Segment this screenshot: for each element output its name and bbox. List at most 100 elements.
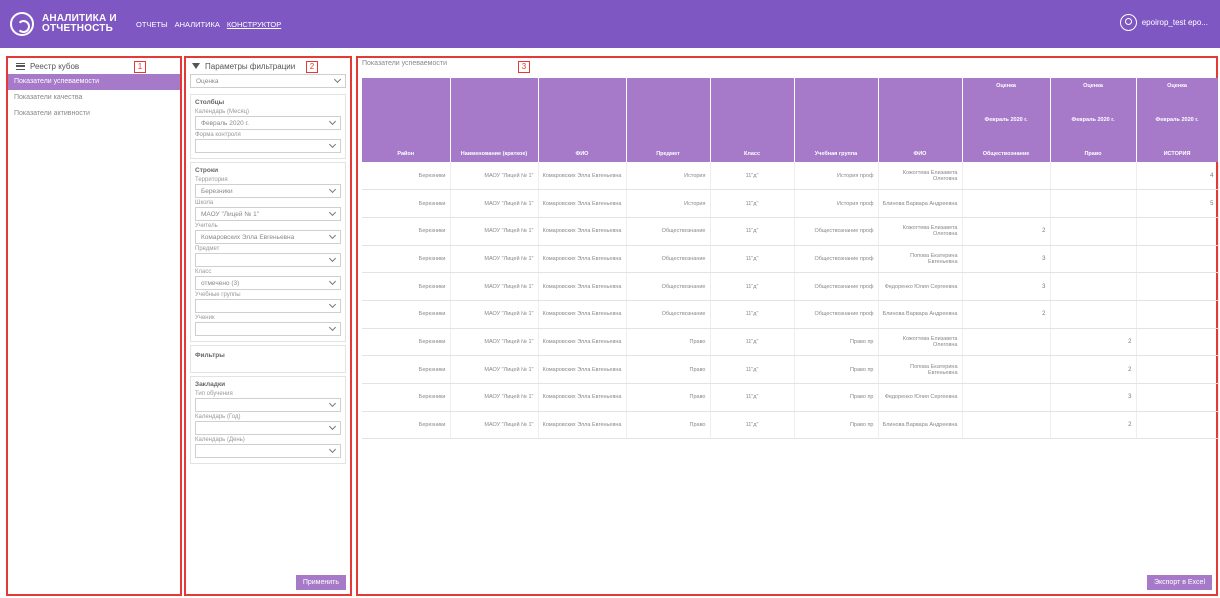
table-cell: Право [626, 383, 711, 412]
chevron-down-icon [328, 208, 337, 217]
table-cell: 11"д" [710, 383, 795, 412]
table-cell: Попова Екатерина Евгеньевна [878, 245, 963, 274]
cube-item-activity[interactable]: Показатели активности [8, 106, 180, 122]
table-row[interactable]: Березники МАОУ "Лицей № 1" Комаровских Элл… [362, 245, 1219, 274]
table-cell: МАОУ "Лицей № 1" [450, 411, 539, 440]
grade-cell [962, 383, 1051, 412]
grade-cell [1136, 328, 1219, 357]
table-row[interactable]: Березники МАОУ "Лицей № 1" Комаровских Элл… [362, 162, 1219, 191]
table-cell: Комаровских Элла Евгеньевна [538, 189, 627, 218]
chevron-down-icon [328, 140, 337, 149]
study-type-select[interactable] [195, 398, 341, 412]
grade-cell: 2 [1050, 411, 1137, 440]
class-select[interactable]: отмечено (3) [195, 276, 341, 290]
filter-params-title: Параметры фильтрации [205, 61, 296, 71]
grade-cell [1136, 411, 1219, 440]
nav-reports[interactable]: ОТЧЕТЫ [136, 20, 168, 29]
table-cell: Комаровских Элла Евгеньевна [538, 383, 627, 412]
table-cell: МАОУ "Лицей № 1" [450, 189, 539, 218]
table-cell: Кожогтева Елизавета Олеговна [878, 217, 963, 246]
export-excel-button[interactable]: Экспорт в Excel [1146, 575, 1212, 590]
col-header[interactable]: Предмет [626, 78, 711, 162]
teacher-select[interactable]: Комаровских Элла Евгеньевна [195, 230, 341, 244]
columns-group: Столбцы Календарь (Месяц) Февраль 2020 г… [190, 94, 346, 159]
calendar-year-select[interactable] [195, 421, 341, 435]
table-cell: История [626, 162, 711, 191]
table-cell: Право пр [794, 355, 879, 384]
col-header[interactable]: ФИО [538, 78, 627, 162]
col-header[interactable]: ФИО [878, 78, 963, 162]
grade-cell: 3 [1050, 383, 1137, 412]
subject-select[interactable] [195, 253, 341, 267]
calendar-month-select[interactable]: Февраль 2020 г. [195, 116, 341, 130]
columns-title: Столбцы [195, 99, 225, 106]
table-row[interactable]: Березники МАОУ "Лицей № 1" Комаровских Элл… [362, 217, 1219, 246]
grade-cell [1050, 300, 1137, 329]
study-group-select[interactable] [195, 299, 341, 313]
table-cell: Обществознание проф [794, 300, 879, 329]
top-bar: АНАЛИТИКА И ОТЧЕТНОСТЬ ОТЧЕТЫ АНАЛИТИКА … [0, 0, 1220, 48]
table-row[interactable]: Березники МАОУ "Лицей № 1" Комаровских Элл… [362, 383, 1219, 412]
user-menu[interactable]: epoirop_test epo... [1119, 14, 1208, 31]
table-cell: 11"д" [710, 272, 795, 301]
table-cell: Комаровских Элла Евгеньевна [538, 162, 627, 191]
table-row[interactable]: Березники МАОУ "Лицей № 1" Комаровских Элл… [362, 355, 1219, 384]
table-cell: История [626, 189, 711, 218]
chevron-down-icon [328, 231, 337, 240]
results-title: Показатели успеваемости [362, 60, 447, 67]
cube-item-quality[interactable]: Показатели качества [8, 90, 180, 106]
table-row[interactable]: Березники МАОУ "Лицей № 1" Комаровских Элл… [362, 411, 1219, 440]
table-cell: Право пр [794, 383, 879, 412]
filter-params-panel: 2 Параметры фильтрации Оценка Столбцы Ка… [184, 56, 352, 596]
table-cell: Комаровских Элла Евгеньевна [538, 272, 627, 301]
grade-cell [1050, 272, 1137, 301]
chevron-down-icon [328, 185, 337, 194]
table-row[interactable]: Березники МАОУ "Лицей № 1" Комаровских Элл… [362, 272, 1219, 301]
table-row[interactable]: Березники МАОУ "Лицей № 1" Комаровских Элл… [362, 300, 1219, 329]
nav-constructor[interactable]: КОНСТРУКТОР [227, 20, 281, 29]
table-cell: Комаровских Элла Евгеньевна [538, 411, 627, 440]
apply-button[interactable]: Применить [295, 575, 346, 590]
col-header[interactable]: Район [362, 78, 451, 162]
study-group-label: Учебные группы [195, 292, 241, 298]
results-panel: 3 Показатели успеваемости Район Наименов… [356, 56, 1219, 596]
grade-cell: 2 [1050, 355, 1137, 384]
table-row[interactable]: Березники МАОУ "Лицей № 1" Комаровских Элл… [362, 328, 1219, 357]
col-header-grade[interactable]: Оценка Февраль 2020 г. Право [1050, 78, 1137, 162]
table-cell: 11"д" [710, 189, 795, 218]
table-cell: Попова Екатерина Евгеньевна [878, 355, 963, 384]
student-select[interactable] [195, 322, 341, 336]
table-row[interactable]: Березники МАОУ "Лицей № 1" Комаровских Элл… [362, 189, 1219, 218]
grade-cell: 2 [962, 217, 1051, 246]
school-label: Школа [195, 200, 214, 206]
measure-select[interactable]: Оценка [190, 74, 346, 88]
table-cell: Обществознание проф [794, 217, 879, 246]
table-cell: Кожогтева Елизавета Олеговна [878, 162, 963, 191]
panel-marker-3: 3 [518, 61, 530, 73]
filter-params-header: Параметры фильтрации [186, 58, 350, 74]
territory-select[interactable]: Березники [195, 184, 341, 198]
table-cell: Блинова Варвара Андреевна [878, 411, 963, 440]
table-cell: 11"д" [710, 411, 795, 440]
grade-cell [962, 355, 1051, 384]
col-header-grade[interactable]: Оценка Февраль 2020 г. Обществознание [962, 78, 1051, 162]
col-header[interactable]: Учебная группа [794, 78, 879, 162]
table-cell: 11"д" [710, 300, 795, 329]
table-cell: МАОУ "Лицей № 1" [450, 245, 539, 274]
table-cell: Право [626, 411, 711, 440]
col-header[interactable]: Наименование (краткое) [450, 78, 539, 162]
grade-cell [1136, 355, 1219, 384]
table-cell: Комаровских Элла Евгеньевна [538, 217, 627, 246]
table-cell: Кожогтева Елизавета Олеговна [878, 328, 963, 357]
nav-analytics[interactable]: АНАЛИТИКА [175, 20, 220, 29]
school-select[interactable]: МАОУ "Лицей № 1" [195, 207, 341, 221]
cube-item-performance[interactable]: Показатели успеваемости [8, 74, 180, 90]
col-header[interactable]: Класс [710, 78, 795, 162]
col-header-grade[interactable]: Оценка Февраль 2020 г. ИСТОРИЯ [1136, 78, 1219, 162]
chevron-down-icon [328, 117, 337, 126]
table-cell: Березники [362, 245, 451, 274]
control-form-select[interactable] [195, 139, 341, 153]
filters-group: Фильтры [190, 345, 346, 373]
calendar-day-select[interactable] [195, 444, 341, 458]
user-icon [1119, 14, 1137, 31]
